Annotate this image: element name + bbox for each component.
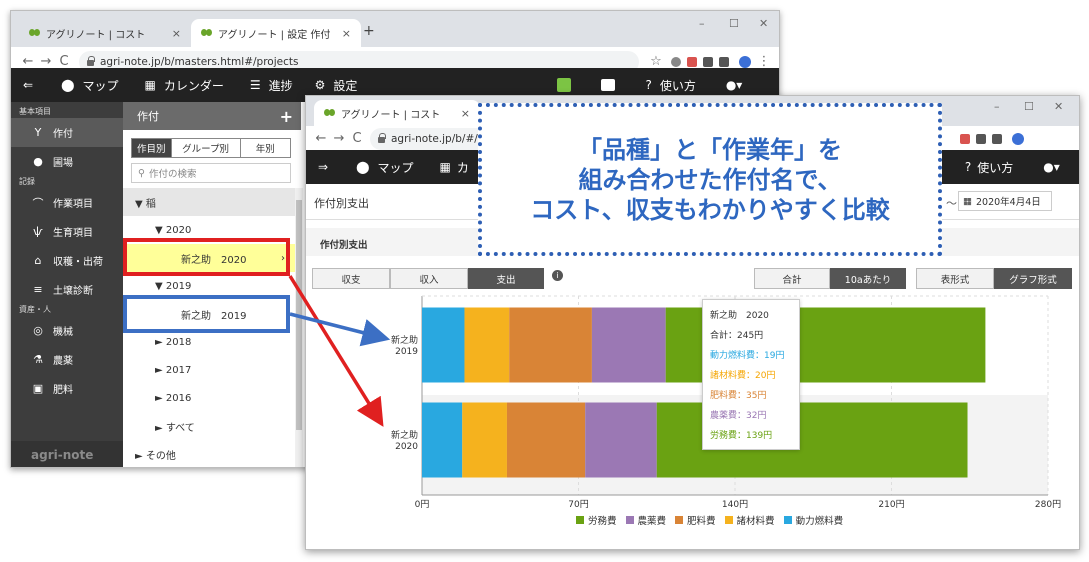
red-arrow [288,275,384,427]
callout-line-2: 組み合わせた作付名で、 [578,165,842,194]
callout-line-3: コスト、収支もわかりやすく比較 [530,195,890,224]
blue-arrow [289,312,391,347]
feature-callout: 「品種」と「作業年」を 組み合わせた作付名で、 コスト、収支もわかりやすく比較 [478,103,942,256]
callout-line-1: 「品種」と「作業年」を [578,135,842,164]
annotation-arrows [288,275,391,427]
